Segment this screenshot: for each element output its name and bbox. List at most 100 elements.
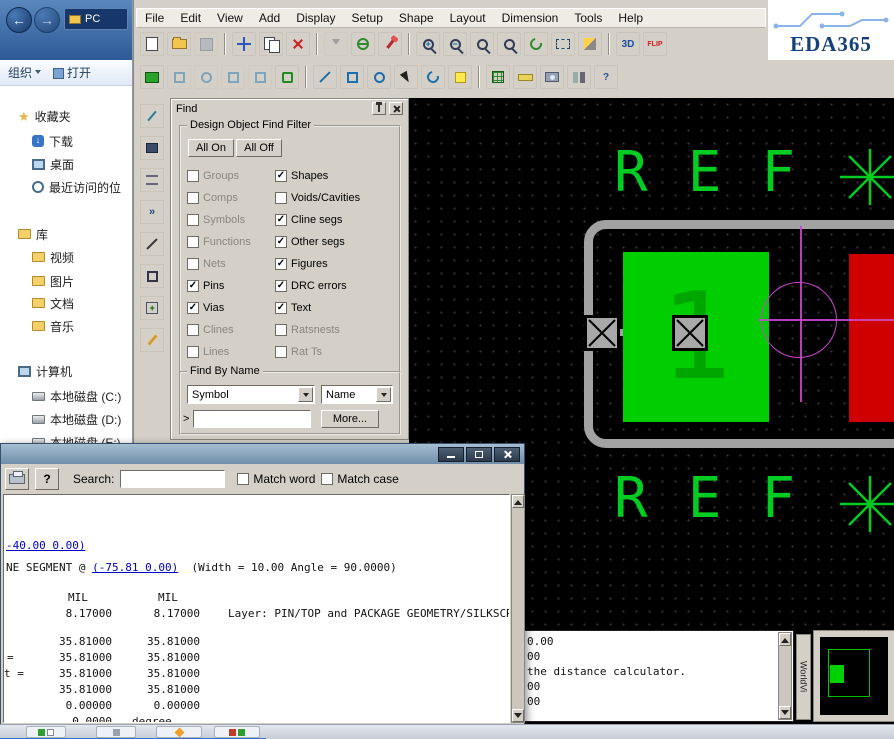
find-panel-header[interactable]: Find [173,101,406,116]
zoom-out-icon[interactable]: − [443,32,467,56]
highlight-icon[interactable] [448,65,472,89]
sidebar-item-videos[interactable]: 视频 [0,247,132,267]
checkbox[interactable]: ✓ [275,302,287,314]
zoom-window-icon[interactable] [551,32,575,56]
filter-shapes[interactable]: ✓Shapes [275,169,328,183]
select-cursor-icon[interactable] [394,65,418,89]
polygon-icon[interactable] [248,65,272,89]
find-mode-select[interactable]: Name [321,385,393,404]
scroll-up-button[interactable] [512,495,524,508]
checkbox[interactable] [275,346,287,358]
filter-drc-errors[interactable]: ✓DRC errors [275,279,347,293]
search-input[interactable] [120,470,225,488]
checkbox[interactable]: ✓ [275,214,287,226]
menu-layout[interactable]: Layout [442,9,494,27]
sidebar-item-documents[interactable]: 文档 [0,293,132,313]
filter-other-segs[interactable]: ✓Other segs [275,235,345,249]
checkbox[interactable] [275,192,287,204]
scroll-down-button[interactable] [512,709,524,722]
arrow-down-icon[interactable] [324,32,348,56]
mirror-icon[interactable] [567,65,591,89]
element-report-content[interactable]: -40.00 0.00) NE SEGMENT @ (-75.81 0.00) … [3,494,510,723]
filter-voids[interactable]: Voids/Cavities [275,191,360,205]
checkbox[interactable]: ✓ [275,280,287,292]
taskbar-item-4[interactable] [214,726,260,738]
filter-pins[interactable]: ✓Pins [187,279,224,293]
coord-link[interactable]: -40.00 0.00) [6,539,85,552]
menu-dimension[interactable]: Dimension [494,9,567,27]
zoom-in-icon[interactable]: + [416,32,440,56]
sidebar-item-computer[interactable]: 计算机 [0,361,132,381]
sidebar-item-downloads[interactable]: ↓下载 [0,131,132,151]
menu-tools[interactable]: Tools [566,9,610,27]
find-name-input[interactable] [193,410,311,428]
checkbox[interactable] [237,473,249,485]
checkbox[interactable] [187,214,199,226]
pushpin-icon[interactable] [378,32,402,56]
camera-icon[interactable] [540,65,564,89]
shapes-visibility-icon[interactable] [140,65,164,89]
filter-functions[interactable]: Functions [187,235,251,249]
all-on-button[interactable]: All On [188,139,234,157]
report-scrollbar[interactable] [511,494,525,723]
color-grid-icon[interactable] [486,65,510,89]
console-scrollbar[interactable] [778,632,792,720]
filter-vias[interactable]: ✓Vias [187,301,224,315]
close-panel-button[interactable] [389,102,403,115]
help-icon[interactable]: ? [594,65,618,89]
filter-clines[interactable]: Clines [187,323,234,337]
menu-file[interactable]: File [137,9,172,27]
globe-icon[interactable] [351,32,375,56]
address-bar[interactable]: PC [64,8,128,30]
checkbox[interactable] [321,473,333,485]
shade-mode-icon[interactable] [578,32,602,56]
rotate-icon[interactable] [421,65,445,89]
green-shape-icon[interactable] [275,65,299,89]
filter-nets[interactable]: Nets [187,257,226,271]
checkbox[interactable] [187,170,199,182]
menu-display[interactable]: Display [288,9,343,27]
padstack-icon[interactable] [167,65,191,89]
checkbox[interactable]: ✓ [275,236,287,248]
sidebar-item-favorites[interactable]: ★收藏夹 [0,106,132,126]
add-circle-icon[interactable] [367,65,391,89]
filter-figures[interactable]: ✓Figures [275,257,328,271]
flip-design-button[interactable]: FLIP [643,32,667,56]
match-case-option[interactable]: Match case [321,472,398,486]
3d-view-button[interactable]: 3D [616,32,640,56]
sidebar-item-pictures[interactable]: 图片 [0,271,132,291]
checkbox[interactable] [275,324,287,336]
sidebar-item-desktop[interactable]: 桌面 [0,154,132,174]
via-cross-square-icon[interactable] [587,318,617,348]
taskbar-item-3[interactable] [156,726,202,738]
minimize-button[interactable] [438,447,464,462]
filter-rat-ts[interactable]: Rat Ts [275,345,322,359]
filter-lines[interactable]: Lines [187,345,229,359]
menu-view[interactable]: View [209,9,251,27]
shape-select-icon[interactable] [221,65,245,89]
menu-edit[interactable]: Edit [172,9,209,27]
taskbar-item-2[interactable] [96,726,136,738]
back-button[interactable]: ← [6,7,32,33]
pad-red-pin2[interactable] [849,254,894,422]
film-icon[interactable] [140,136,164,160]
copy-icon[interactable] [259,32,283,56]
pin-panel-button[interactable] [372,102,386,115]
checkbox[interactable] [187,346,199,358]
checkbox[interactable]: ✓ [187,280,199,292]
worldview-tab[interactable]: WorldVi [796,634,811,720]
add-text-icon[interactable]: + [140,296,164,320]
checkbox[interactable]: ✓ [275,258,287,270]
dropdown-button[interactable] [298,387,313,402]
organize-button[interactable]: 组织 [8,64,41,81]
add-rect-icon[interactable] [340,65,364,89]
checkbox[interactable]: ✓ [275,170,287,182]
breadcrumb[interactable]: PC [85,13,100,25]
filter-symbols[interactable]: Symbols [187,213,245,227]
filter-ratsnests[interactable]: Ratsnests [275,323,340,337]
worldview-view-rect[interactable] [830,665,844,683]
move-icon[interactable] [232,32,256,56]
worldview-canvas[interactable] [820,637,888,715]
eyedropper-icon[interactable] [140,104,164,128]
filter-cline-segs[interactable]: ✓Cline segs [275,213,342,227]
